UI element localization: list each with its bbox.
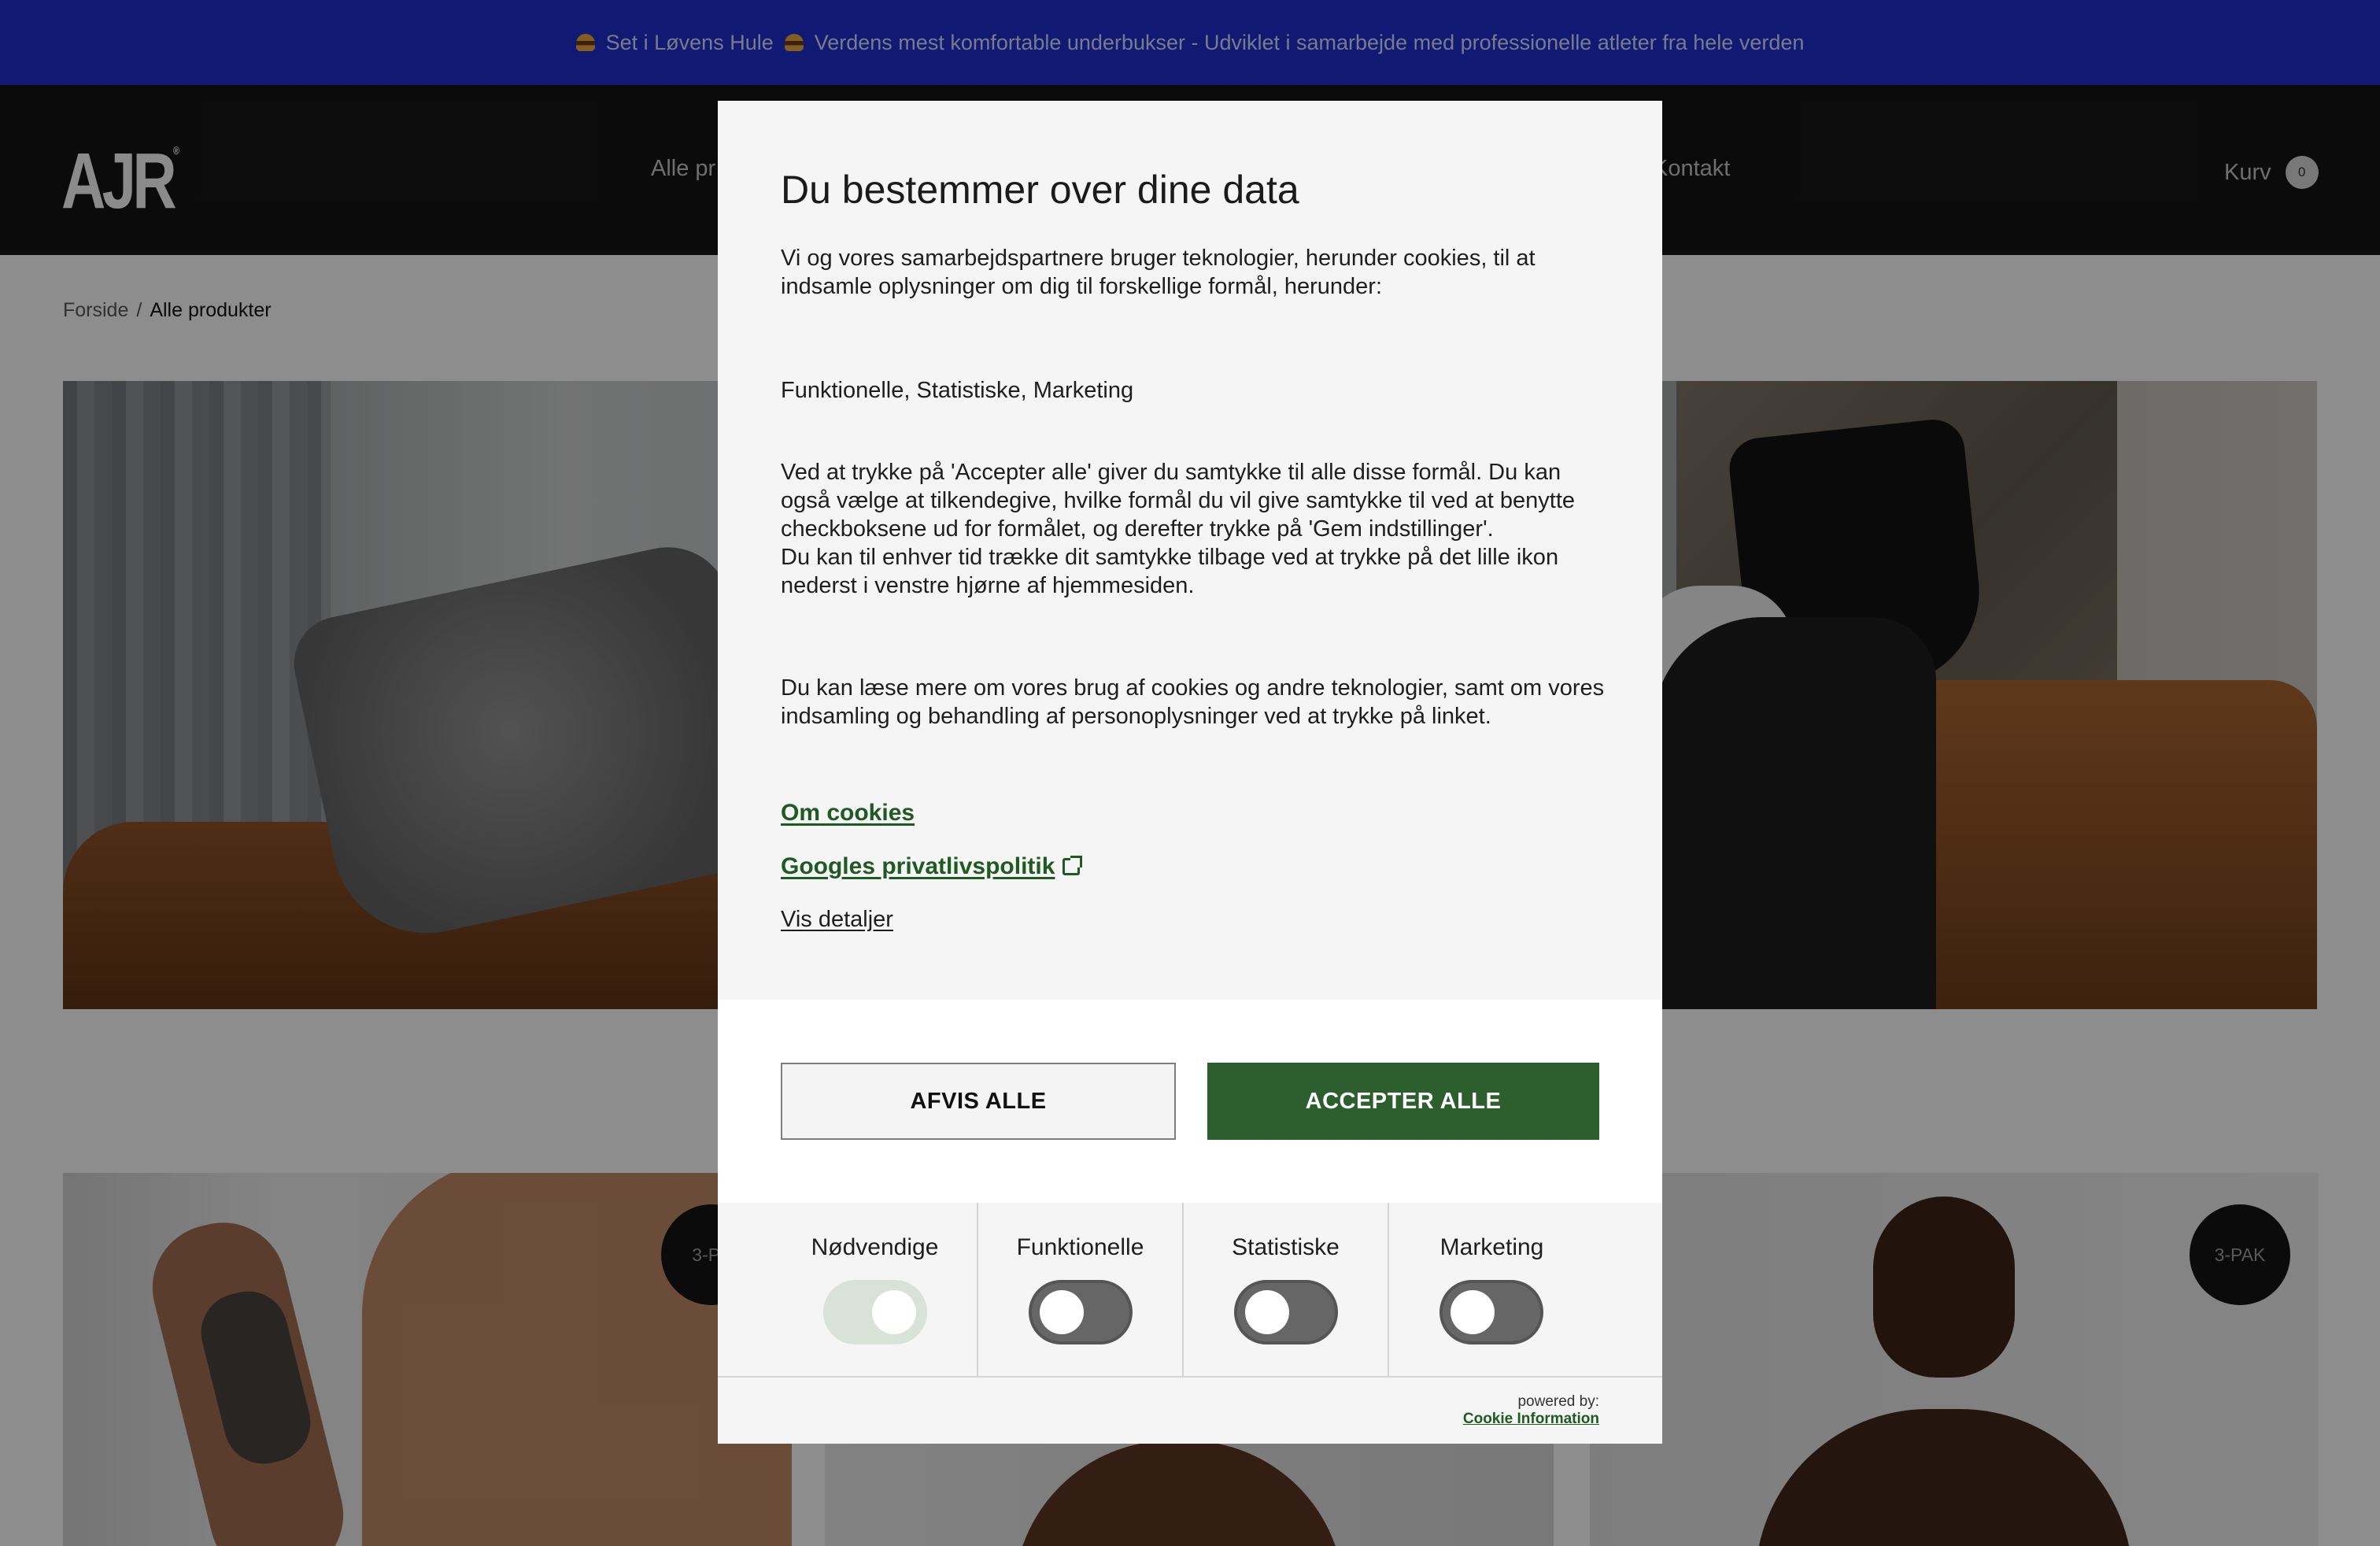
toggle-knob bbox=[872, 1290, 916, 1334]
consent-explain-2: Du kan til enhver tid trække dit samtykk… bbox=[781, 545, 1559, 598]
toggle-group-necessary: Nødvendige bbox=[773, 1203, 978, 1376]
toggle-label-necessary: Nødvendige bbox=[811, 1234, 939, 1260]
toggle-group-functional: Funktionelle bbox=[978, 1203, 1184, 1376]
accept-all-button[interactable]: ACCEPTER ALLE bbox=[1207, 1063, 1599, 1140]
toggle-group-statistics: Statistiske bbox=[1184, 1203, 1389, 1376]
toggle-group-marketing: Marketing bbox=[1389, 1203, 1595, 1376]
consent-purposes: Funktionelle, Statistiske, Marketing bbox=[781, 378, 1134, 403]
reject-all-button[interactable]: AFVIS ALLE bbox=[781, 1063, 1176, 1140]
toggle-marketing[interactable] bbox=[1439, 1280, 1543, 1344]
toggle-knob bbox=[1245, 1290, 1289, 1334]
toggle-knob bbox=[1451, 1290, 1495, 1334]
toggle-label-functional: Funktionelle bbox=[1016, 1234, 1144, 1260]
google-privacy-link[interactable]: Googles privatlivspolitik bbox=[781, 853, 1083, 880]
cookie-consent-dialog: Du bestemmer over dine data Vi og vores … bbox=[718, 101, 1662, 1444]
consent-intro: Vi og vores samarbejdspartnere bruger te… bbox=[781, 246, 1536, 299]
consent-category-toggles: Nødvendige Funktionelle Statistiske Mark… bbox=[718, 1203, 1662, 1378]
powered-by-label: powered by: bbox=[1517, 1393, 1599, 1410]
about-cookies-link[interactable]: Om cookies bbox=[781, 800, 915, 827]
toggle-functional[interactable] bbox=[1029, 1280, 1133, 1344]
toggle-label-statistics: Statistiske bbox=[1232, 1234, 1340, 1260]
consent-more-info: Du kan læse mere om vores brug af cookie… bbox=[781, 675, 1605, 729]
powered-by: powered by: Cookie Information bbox=[1463, 1393, 1599, 1428]
toggle-statistics[interactable] bbox=[1234, 1280, 1338, 1344]
toggle-label-marketing: Marketing bbox=[1439, 1234, 1544, 1260]
show-details-link[interactable]: Vis detaljer bbox=[781, 907, 893, 933]
consent-explain-1: Ved at trykke på 'Accepter alle' giver d… bbox=[781, 460, 1576, 542]
consent-title: Du bestemmer over dine data bbox=[781, 168, 1299, 212]
consent-button-area: AFVIS ALLE ACCEPTER ALLE bbox=[718, 1000, 1662, 1203]
toggle-necessary bbox=[823, 1280, 927, 1344]
toggle-knob bbox=[1040, 1290, 1084, 1334]
cookie-information-link[interactable]: Cookie Information bbox=[1463, 1411, 1599, 1428]
external-link-icon bbox=[1062, 856, 1083, 875]
